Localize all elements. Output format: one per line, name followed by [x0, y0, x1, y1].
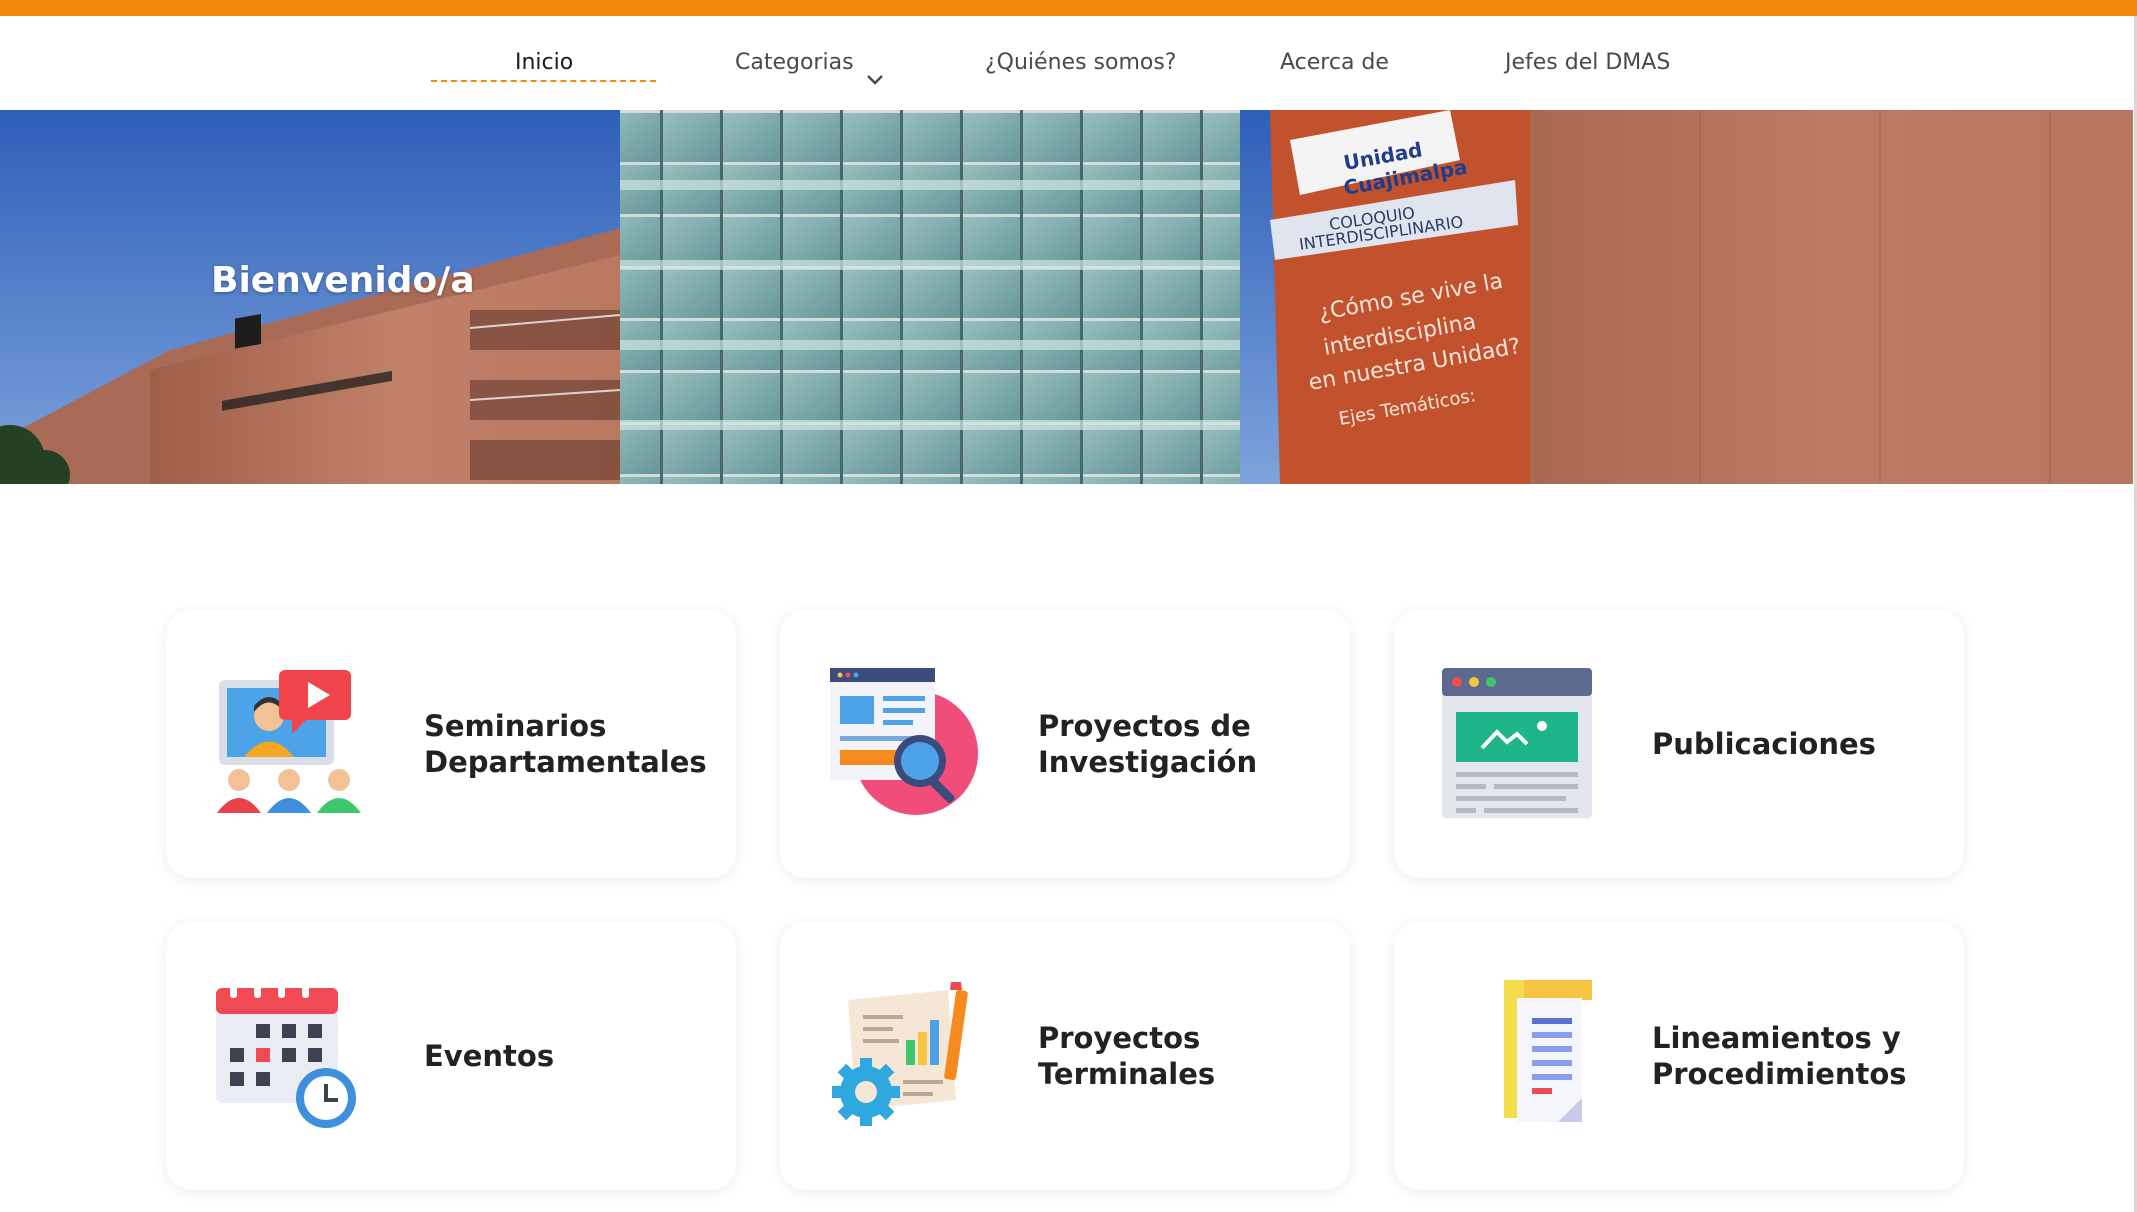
publication-browser-icon: [1442, 668, 1592, 818]
document-guidelines-icon: [1504, 980, 1592, 1122]
card-label: Lineamientos y Procedimientos: [1652, 1021, 1907, 1091]
chevron-down-icon[interactable]: [866, 74, 884, 86]
card-label: Publicaciones: [1652, 727, 1876, 761]
nav-item-inicio[interactable]: Inicio: [515, 50, 573, 75]
hero-title: Bienvenido/a: [211, 260, 475, 301]
main-navigation: Inicio Categorias ¿Quiénes somos? Acerca…: [0, 16, 2137, 110]
nav-item-jefes-dmas[interactable]: Jefes del DMAS: [1505, 50, 1670, 75]
card-label: Proyectos Terminales: [1038, 1021, 1216, 1091]
card-proyectos-investigacion[interactable]: Proyectos de Investigación: [780, 610, 1350, 878]
project-gear-chart-icon: [832, 982, 968, 1126]
calendar-clock-icon: [216, 980, 356, 1128]
card-lineamientos[interactable]: Lineamientos y Procedimientos: [1394, 922, 1964, 1190]
nav-item-acerca-de[interactable]: Acerca de: [1280, 50, 1389, 75]
card-proyectos-terminales[interactable]: Proyectos Terminales: [780, 922, 1350, 1190]
research-search-icon: [830, 668, 978, 815]
hero-banner: ¿Cómo se vive la interdisciplina en nues…: [0, 110, 2133, 484]
top-accent-bar: [0, 0, 2137, 16]
card-seminarios[interactable]: Seminarios Departamentales: [166, 610, 736, 878]
nav-item-quienes-somos[interactable]: ¿Quiénes somos?: [985, 50, 1176, 75]
card-label: Eventos: [424, 1039, 555, 1073]
nav-item-categorias[interactable]: Categorias: [735, 50, 854, 75]
seminar-video-icon: [217, 670, 361, 813]
card-label: Proyectos de Investigación: [1038, 709, 1258, 779]
active-nav-underline: [431, 80, 656, 82]
card-label: Seminarios Departamentales: [424, 709, 707, 779]
card-eventos[interactable]: Eventos: [166, 922, 736, 1190]
card-publicaciones[interactable]: Publicaciones: [1394, 610, 1964, 878]
